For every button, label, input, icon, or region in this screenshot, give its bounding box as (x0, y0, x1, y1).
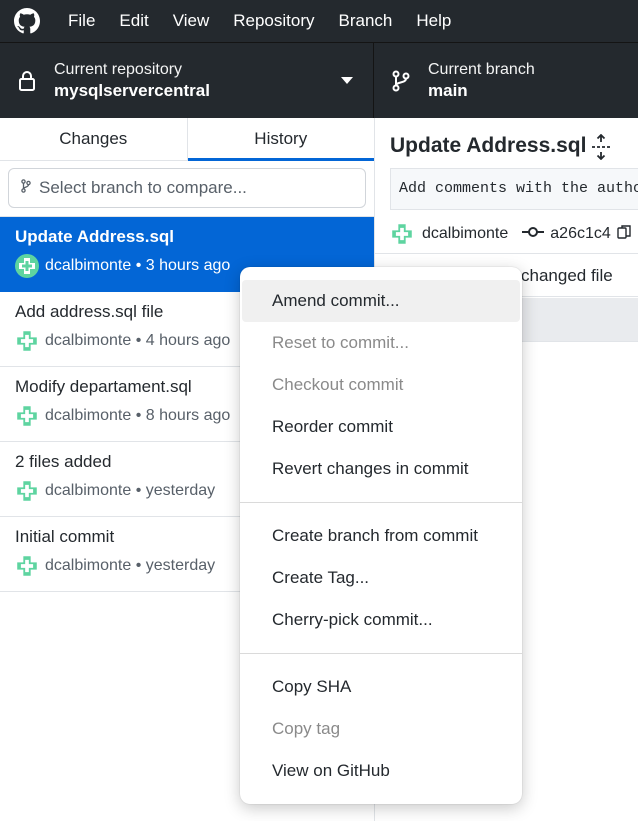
tab-changes[interactable]: Changes (0, 118, 187, 160)
menu-file[interactable]: File (54, 0, 107, 42)
commit-author: dcalbimonte (45, 407, 132, 424)
menu-item-checkout-commit: Checkout commit (272, 375, 404, 394)
menu-item-copy-tag: Copy tag (272, 719, 341, 738)
meta-separator: • (131, 407, 146, 424)
current-branch-name: main (428, 80, 468, 100)
commit-author: dcalbimonte (45, 482, 132, 499)
menu-item-revert-changes[interactable]: Revert changes in commit (242, 448, 520, 490)
menu-item-reorder-commit[interactable]: Reorder commit (242, 406, 520, 448)
commit-author: dcalbimonte (45, 557, 132, 574)
commit-title: Update Address.sql (15, 227, 175, 246)
commit-time: yesterday (145, 482, 216, 499)
menu-view[interactable]: View (161, 0, 222, 42)
commit-context-menu: Amend commit... Reset to commit... Check… (240, 267, 522, 804)
commit-time: 8 hours ago (145, 407, 231, 424)
avatar-icon (15, 554, 39, 578)
meta-separator: • (131, 257, 146, 274)
current-repository-button[interactable]: Current repository mysqlservercentral (0, 43, 374, 118)
avatar-icon (15, 254, 39, 278)
caret-down-icon (341, 77, 353, 84)
lock-icon (0, 70, 54, 92)
avatar-icon (390, 222, 414, 246)
menu-item-create-branch[interactable]: Create branch from commit (242, 515, 520, 557)
meta-separator: • (131, 557, 146, 574)
github-logo-icon (0, 0, 54, 42)
branch-compare-input[interactable]: Select branch to compare... (8, 168, 366, 208)
menu-item-reset-to-commit: Reset to commit... (272, 333, 409, 352)
menu-branch[interactable]: Branch (327, 0, 405, 42)
commit-time: 3 hours ago (145, 257, 231, 274)
menu-item-amend-commit[interactable]: Amend commit... (242, 280, 520, 322)
git-branch-icon (374, 70, 428, 92)
commit-sha: a26c1c4 (550, 225, 611, 242)
commit-detail-author: dcalbimonte (422, 225, 509, 242)
meta-separator: • (131, 332, 146, 349)
avatar-icon (15, 329, 39, 353)
menu-separator (240, 653, 522, 654)
menu-repository[interactable]: Repository (221, 0, 326, 42)
current-repository-name: mysqlservercentral (54, 80, 210, 100)
menu-edit[interactable]: Edit (107, 0, 160, 42)
menu-help[interactable]: Help (404, 0, 463, 42)
avatar-icon (15, 404, 39, 428)
menu-separator (240, 502, 522, 503)
current-branch-label: Current branch (428, 60, 535, 78)
expand-icon[interactable] (590, 133, 612, 165)
branch-icon (21, 178, 31, 198)
commit-author: dcalbimonte (45, 257, 132, 274)
menu-item-copy-sha[interactable]: Copy SHA (242, 666, 520, 708)
menu-item-view-on-github[interactable]: View on GitHub (242, 750, 520, 792)
commit-time: yesterday (145, 557, 216, 574)
tab-history[interactable]: History (186, 118, 375, 161)
git-commit-icon (522, 225, 545, 243)
branch-compare-placeholder: Select branch to compare... (39, 178, 247, 197)
commit-author: dcalbimonte (45, 332, 132, 349)
commit-detail-title: Update Address.sql (390, 134, 587, 157)
meta-separator: • (131, 482, 146, 499)
menu-bar: File Edit View Repository Branch Help (0, 0, 638, 42)
current-branch-button[interactable]: Current branch main (374, 43, 638, 118)
commit-description: Add comments with the autho (390, 168, 638, 210)
toolbar: Current repository mysqlservercentral Cu… (0, 42, 638, 118)
tab-bar: Changes History (0, 118, 374, 161)
menu-item-create-tag[interactable]: Create Tag... (242, 557, 520, 599)
commit-time: 4 hours ago (145, 332, 231, 349)
copy-icon[interactable] (617, 224, 631, 245)
avatar-icon (15, 479, 39, 503)
current-repository-label: Current repository (54, 60, 183, 78)
menu-item-cherry-pick[interactable]: Cherry-pick commit... (242, 599, 520, 641)
